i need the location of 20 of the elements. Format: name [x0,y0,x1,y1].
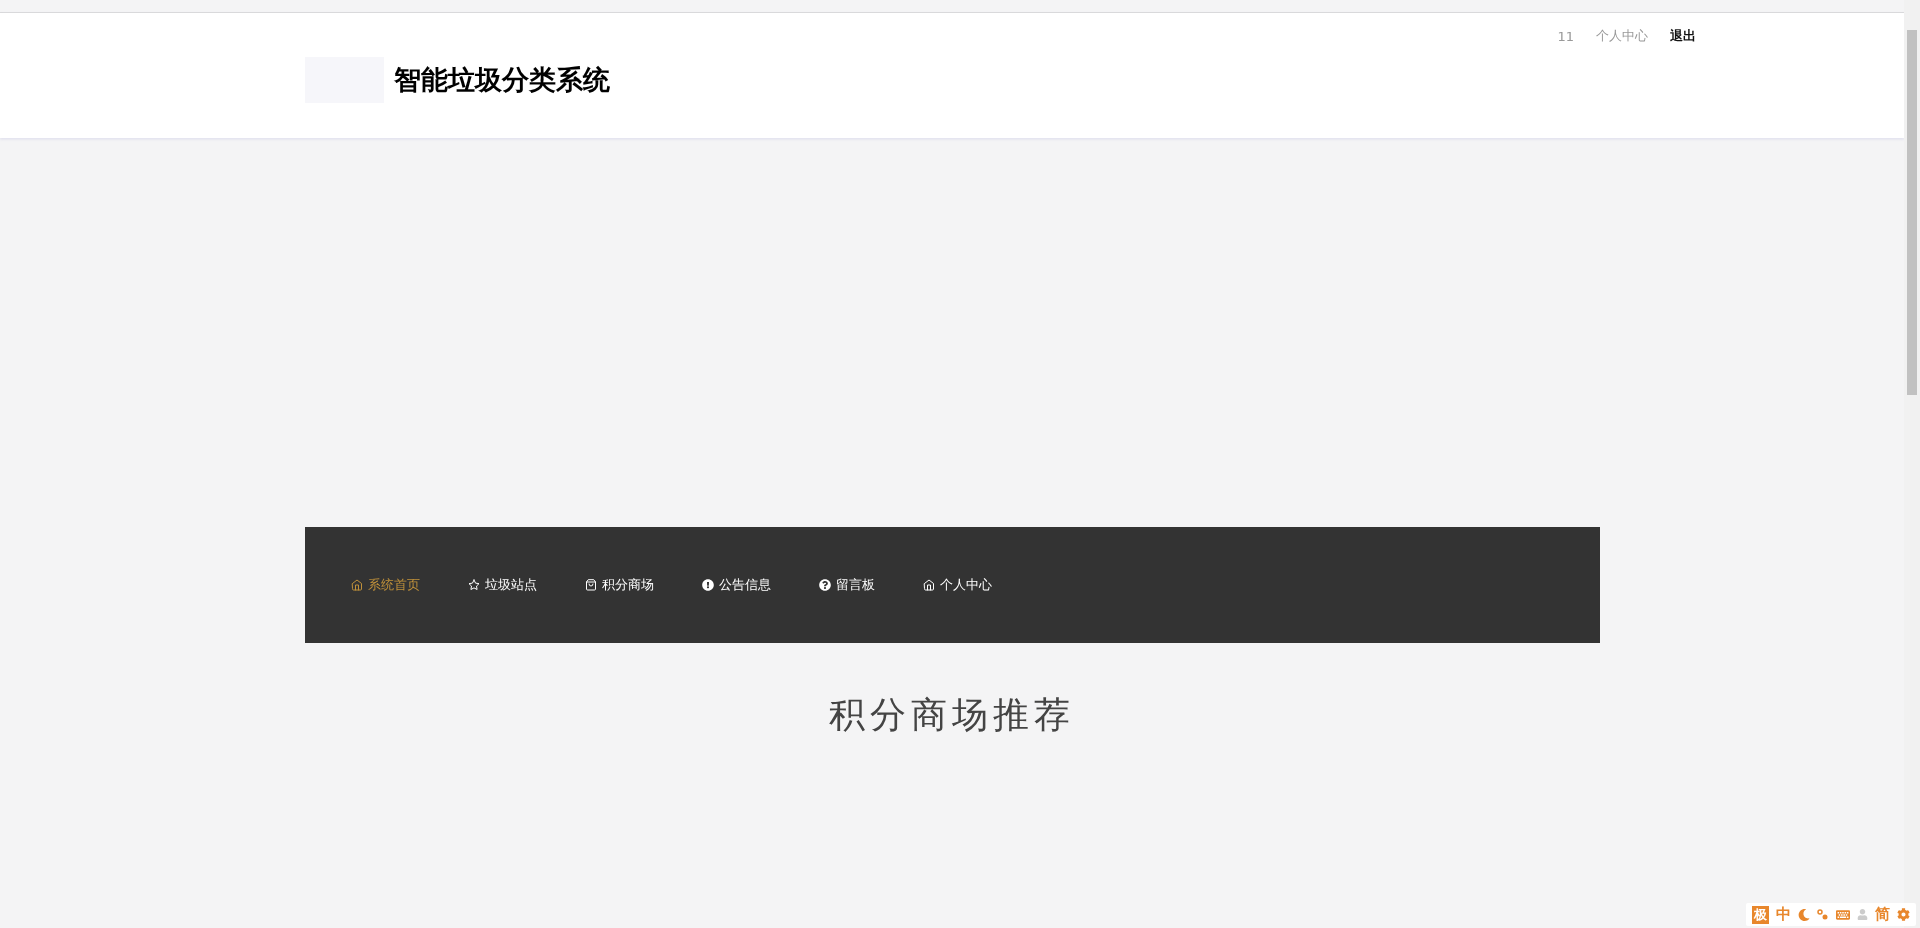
settings-icon[interactable] [1897,908,1910,921]
home-icon [922,579,935,591]
nav-item[interactable]: 系统首页 [350,576,420,594]
nav-item[interactable]: 个人中心 [922,576,992,594]
scrollbar[interactable] [1904,0,1920,928]
moon-icon[interactable] [1798,908,1810,921]
site-title: 智能垃圾分类系统 [393,63,610,97]
punctuation-icon[interactable] [1817,908,1829,921]
scrollbar-thumb[interactable] [1907,30,1917,395]
shopping-bag-icon [584,579,597,591]
nav-item[interactable]: 公告信息 [701,576,771,594]
nav-item[interactable]: 留言板 [818,576,875,594]
home-icon [350,579,363,591]
nav-item[interactable]: 积分商场 [584,576,654,594]
user-icon[interactable] [1857,909,1868,920]
nav-item[interactable]: 垃圾站点 [467,576,537,594]
section-title: 积分商场推荐 [829,693,1075,737]
keyboard-icon[interactable] [1836,907,1850,922]
logout-link[interactable]: 退出 [1670,27,1696,45]
star-icon [467,579,480,591]
